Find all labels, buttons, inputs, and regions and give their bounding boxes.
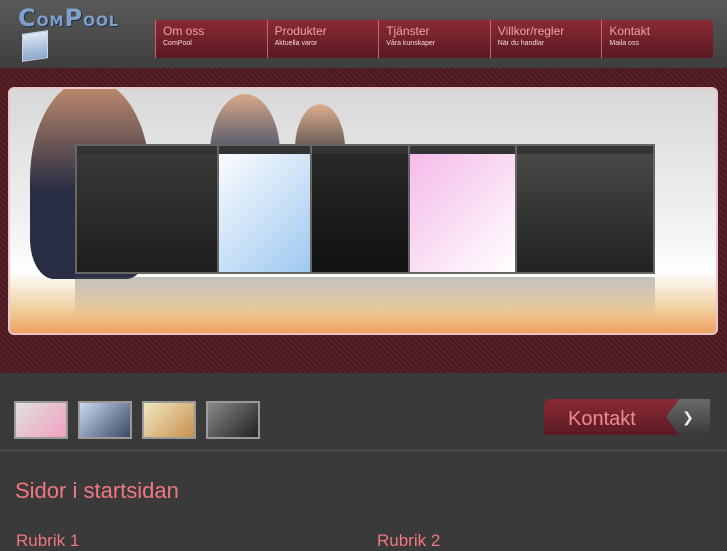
- nav-item-tjanster[interactable]: Tjänster Våra kunskaper: [378, 20, 490, 58]
- kontakt-button[interactable]: Kontakt ❯: [544, 399, 710, 435]
- website-screenshot: [515, 144, 655, 274]
- nav-item-produkter[interactable]: Produkter Aktuella varor: [266, 20, 379, 58]
- header: COMPOOL Om oss ComPool Produkter Aktuell…: [0, 0, 727, 68]
- slide-thumbnail[interactable]: [206, 401, 260, 439]
- nav-sublabel: När du handlar: [497, 40, 545, 47]
- logo-text: COMPOOL: [18, 4, 119, 32]
- website-screenshot: [75, 144, 220, 274]
- kontakt-label: Kontakt: [568, 408, 636, 430]
- nav-label: Tjänster: [386, 24, 430, 38]
- slide-thumbnail[interactable]: [142, 401, 196, 439]
- nav-label: Kontakt: [609, 24, 651, 38]
- section-title: Sidor i startsidan: [15, 478, 179, 503]
- rubrik-heading: Rubrik 2: [377, 531, 441, 550]
- nav-sublabel: Maila oss: [609, 40, 639, 47]
- logo-box-icon: [22, 30, 48, 62]
- chevron-right-icon: ❯: [666, 399, 710, 435]
- rubrik-heading: Rubrik 1: [16, 531, 80, 550]
- website-screenshot: [408, 144, 518, 274]
- nav-sublabel: ComPool: [163, 40, 192, 47]
- slide-thumbnail[interactable]: [78, 401, 132, 439]
- nav-label: Om oss: [163, 24, 205, 38]
- slide-thumbnail[interactable]: [14, 401, 68, 439]
- website-screenshot: [310, 144, 410, 274]
- nav-sublabel: Aktuella varor: [274, 40, 318, 47]
- website-screenshot: [217, 144, 312, 274]
- main-nav: Om oss ComPool Produkter Aktuella varor …: [155, 20, 713, 58]
- compool-logo[interactable]: COMPOOL: [18, 4, 136, 62]
- hero-banner: [8, 87, 718, 335]
- thumbnail-strip: [14, 401, 260, 439]
- nav-item-kontakt[interactable]: Kontakt Maila oss: [601, 20, 713, 58]
- nav-sublabel: Våra kunskaper: [386, 40, 436, 47]
- nav-item-om-oss[interactable]: Om oss ComPool: [155, 20, 267, 58]
- nav-label: Produkter: [274, 24, 327, 38]
- nav-item-villkor[interactable]: Villkor/regler När du handlar: [489, 20, 602, 58]
- screen-reflection: [75, 277, 655, 317]
- divider: [0, 450, 727, 451]
- nav-label: Villkor/regler: [497, 24, 565, 38]
